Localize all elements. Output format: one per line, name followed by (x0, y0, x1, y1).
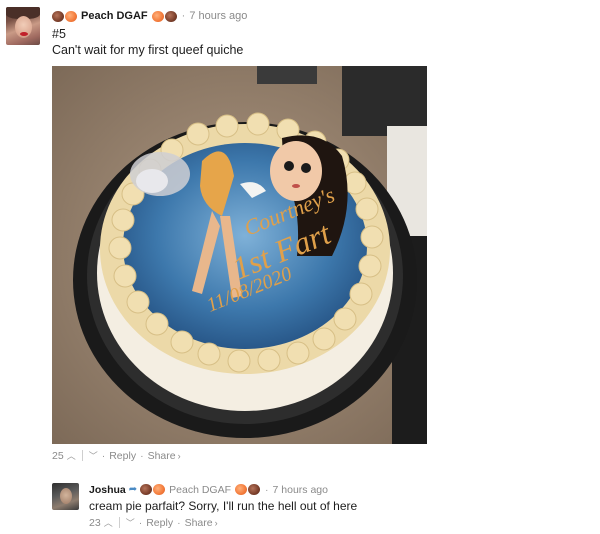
reply-avatar[interactable] (52, 483, 79, 510)
ass-emoji-icon (164, 10, 177, 22)
share-label: Share (184, 516, 213, 529)
reply-actions: 23 ︿ ﹀ · Reply · Share › (89, 516, 218, 529)
separator-dot: · (138, 516, 143, 529)
comment-text-line: Can't wait for my first queef quiche (52, 43, 244, 57)
reply-author[interactable]: Joshua (89, 484, 126, 496)
reply-arrow-icon: ➦ (128, 484, 138, 495)
peach-emoji-icon (151, 10, 164, 22)
peach-emoji-icon (153, 484, 166, 495)
reply-timestamp[interactable]: 7 hours ago (273, 484, 328, 496)
comment-actions: 25 ︿ ﹀ · Reply · Share › (52, 449, 181, 462)
divider (81, 450, 83, 461)
chevron-down-icon[interactable]: ﹀ (89, 449, 98, 462)
reply-avatar-face (60, 488, 72, 504)
avatar-lips (20, 32, 28, 36)
separator-dot: · (177, 516, 181, 529)
reply-button[interactable]: Reply (146, 517, 173, 529)
ass-emoji-icon (140, 484, 153, 495)
comment-image[interactable]: Courtney's 1st Fart 11/08/2020 (52, 66, 427, 444)
reply-button[interactable]: Reply (109, 450, 136, 462)
chevron-up-icon[interactable]: ︿ (67, 449, 76, 462)
chevron-right-icon: › (177, 450, 181, 461)
peach-emoji-icon (65, 10, 77, 22)
separator-dot: · (265, 483, 269, 496)
separator-dot: · (140, 449, 144, 462)
vote-count: 25 (52, 449, 64, 462)
divider (118, 517, 120, 528)
avatar[interactable] (6, 7, 40, 45)
share-label: Share (147, 449, 176, 462)
comment-text-line: #5 (52, 27, 66, 41)
comment-header: Peach DGAF · 7 hours ago (52, 8, 247, 24)
ass-emoji-icon (248, 484, 261, 495)
reply-header: Joshua ➦ Peach DGAF · 7 hours ago (89, 482, 328, 497)
reply-to-author[interactable]: Peach DGAF (169, 484, 231, 496)
comment-timestamp[interactable]: 7 hours ago (189, 10, 247, 22)
chevron-down-icon[interactable]: ﹀ (126, 516, 135, 529)
comment-author[interactable]: Peach DGAF (81, 10, 148, 22)
ass-emoji-icon (52, 10, 64, 22)
vote-count: 23 (89, 516, 101, 529)
cake-photo: Courtney's 1st Fart 11/08/2020 (52, 66, 427, 444)
chevron-right-icon: › (214, 517, 218, 528)
share-button[interactable]: Share › (185, 517, 218, 529)
reply-text: cream pie parfait? Sorry, I'll run the h… (89, 499, 358, 513)
separator-dot: · (181, 10, 186, 22)
share-button[interactable]: Share › (148, 450, 181, 462)
separator-dot: · (101, 449, 106, 462)
chevron-up-icon[interactable]: ︿ (104, 516, 113, 529)
peach-emoji-icon (235, 484, 248, 495)
